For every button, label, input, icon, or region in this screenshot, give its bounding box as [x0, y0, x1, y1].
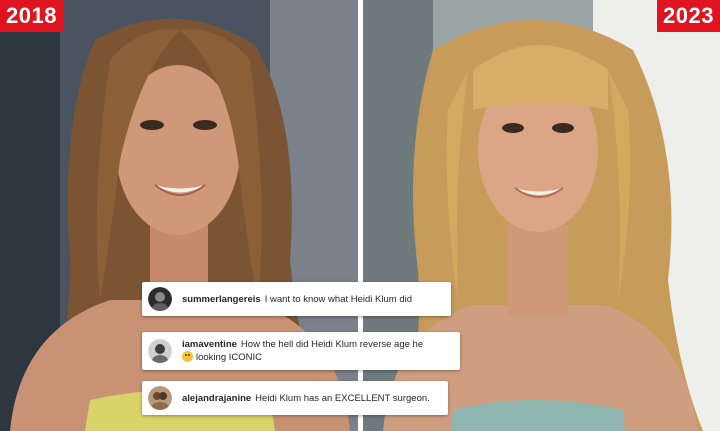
comment-body: Heidi Klum has an EXCELLENT surgeon.	[255, 392, 430, 404]
comment-text: alejandrajanine Heidi Klum has an EXCELLE…	[182, 392, 430, 405]
comment-card-alejandrajanine: alejandrajanine Heidi Klum has an EXCELLE…	[142, 381, 448, 415]
year-label-2023: 2023	[657, 0, 720, 32]
comment-text: summerlangereis I want to know what Heidi…	[182, 293, 412, 306]
user-avatar-icon	[148, 287, 172, 311]
comment-text: iamaventine How the hell did Heidi Klum r…	[182, 338, 423, 364]
comment-username: summerlangereis	[182, 293, 261, 305]
comment-body-line2: looking ICONIC	[196, 352, 262, 363]
comment-username: iamaventine	[182, 339, 237, 350]
comment-card-summerlangereis: summerlangereis I want to know what Heidi…	[142, 282, 451, 316]
year-label-2018: 2018	[0, 0, 63, 32]
laughing-emoji-icon	[182, 351, 193, 362]
comment-card-iamaventine: iamaventine How the hell did Heidi Klum r…	[142, 332, 460, 370]
comment-username: alejandrajanine	[182, 392, 252, 404]
user-avatar-icon	[148, 386, 172, 410]
user-avatar-icon	[148, 339, 172, 363]
comment-body: I want to know what Heidi Klum did	[264, 293, 413, 305]
comment-body-line1: How the hell did Heidi Klum reverse age …	[240, 339, 424, 350]
